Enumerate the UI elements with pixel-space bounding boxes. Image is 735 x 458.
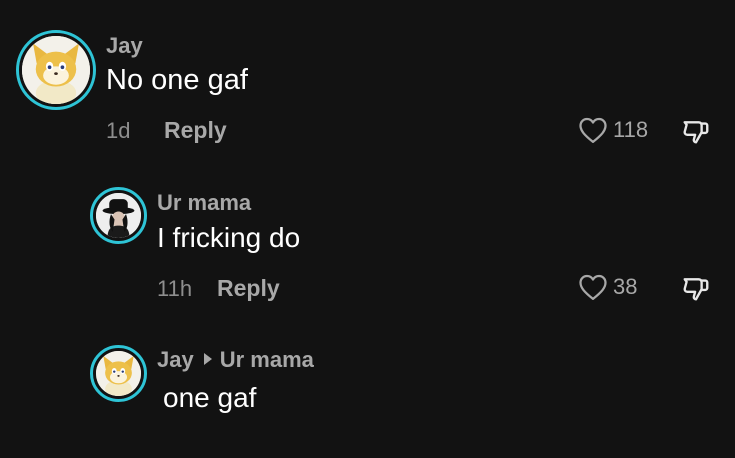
avatar-image [96,351,141,396]
caret-right-icon [203,353,212,366]
comment-text: one gaf [163,382,257,413]
avatar[interactable] [90,345,147,402]
reply-header: Jay Ur mama [157,347,314,373]
comment-item: Jay Ur mama one gaf [0,0,735,458]
reply-to-username[interactable]: Ur mama [220,347,314,372]
comment-thread: Jay No one gaf 1d Reply 118 Ur mama I fr… [0,0,735,458]
comment-username[interactable]: Jay [157,347,194,372]
fox-plush-avatar-icon [96,351,141,396]
